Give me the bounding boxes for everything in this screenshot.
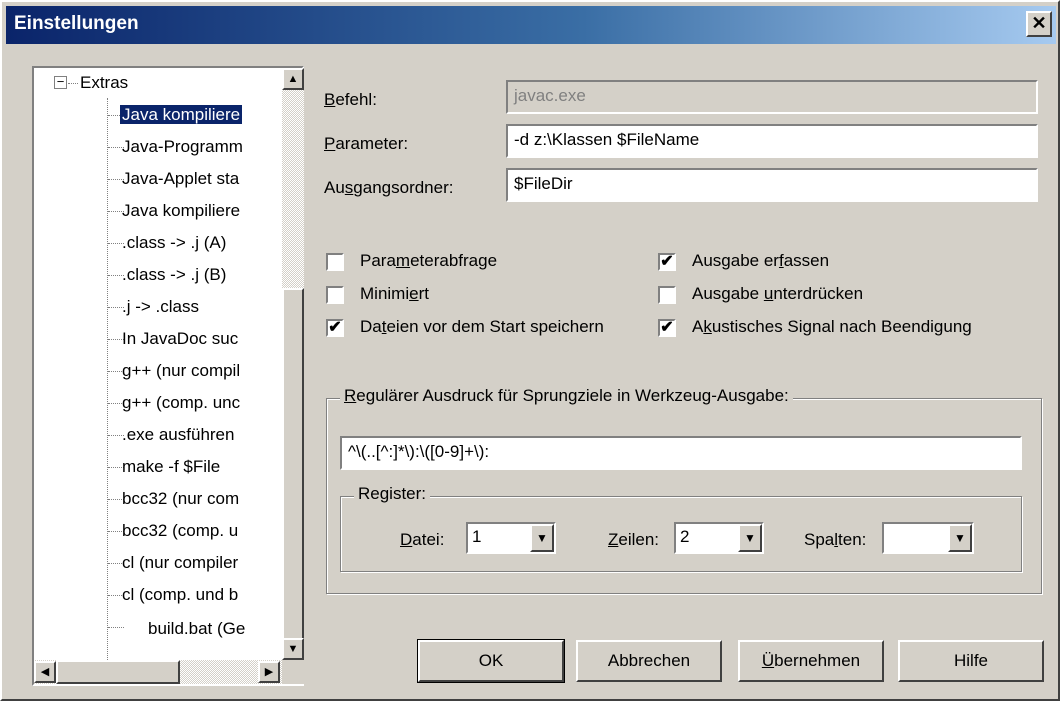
apply-button[interactable]: Übernehmen: [738, 640, 884, 682]
ok-button[interactable]: OK: [417, 639, 565, 683]
ausgangsordner-field[interactable]: $FileDir: [506, 168, 1038, 202]
scrollbar-corner: [282, 660, 304, 684]
ausgabe-unterdruecken-label: Ausgabe unterdrücken: [692, 284, 864, 303]
ausgabe-unterdruecken-checkbox[interactable]: [658, 286, 676, 304]
tree-item[interactable]: Java kompiliere: [122, 198, 240, 224]
regex-group-title: Regulärer Ausdruck für Sprungziele in We…: [340, 386, 793, 406]
check-mark-icon: ✔: [328, 319, 342, 336]
tree-item[interactable]: .j -> .class: [122, 294, 199, 320]
zeilen-combobox[interactable]: 2 ▼: [674, 522, 764, 554]
chevron-down-icon: ▼: [954, 531, 966, 545]
tree-node-extras[interactable]: Extras: [80, 70, 128, 96]
arrow-right-icon: ▶: [264, 666, 274, 678]
close-button[interactable]: ✕: [1026, 11, 1052, 37]
arrow-up-icon: ▲: [287, 73, 299, 85]
akustisches-signal-checkbox[interactable]: ✔: [658, 319, 676, 337]
parameterabfrage-label: Parameterabfrage: [360, 251, 498, 270]
parameter-field[interactable]: -d z:\Klassen $FileName: [506, 124, 1038, 158]
minimiert-label: Minimiert: [360, 284, 429, 303]
tree-viewport: − Extras Java kompiliere Java-Programm J…: [34, 68, 282, 660]
scroll-left-button[interactable]: ◀: [34, 661, 56, 683]
ausgabe-erfassen-label: Ausgabe erfassen: [692, 251, 830, 270]
parameter-label: Parameter:: [324, 134, 409, 153]
tree-item[interactable]: cl (comp. und b: [122, 582, 238, 608]
zeilen-value: 2: [680, 527, 690, 546]
scroll-up-button[interactable]: ▲: [282, 68, 304, 90]
zeilen-label: Zeilen:: [608, 530, 660, 549]
check-mark-icon: ✔: [660, 253, 674, 270]
parameterabfrage-checkbox[interactable]: [326, 253, 344, 271]
regex-field[interactable]: ^\(..[^:]*\):\([0-9]+\):: [340, 436, 1022, 470]
datei-value: 1: [472, 527, 482, 546]
datei-combobox[interactable]: 1 ▼: [466, 522, 556, 554]
tree-item[interactable]: .exe ausführen: [122, 422, 234, 448]
scroll-down-button[interactable]: ▼: [282, 638, 304, 660]
akustisches-signal-label: Akustisches Signal nach Beendigung: [692, 317, 972, 336]
tree-item[interactable]: Java-Programm: [122, 134, 243, 160]
tree-item[interactable]: build.bat (Ge: [148, 616, 245, 642]
tool-tree[interactable]: − Extras Java kompiliere Java-Programm J…: [32, 66, 304, 686]
scroll-thumb[interactable]: [282, 288, 304, 640]
tree-item[interactable]: .class -> .j (B): [122, 262, 226, 288]
tree-connector: [68, 83, 78, 84]
chevron-down-icon: ▼: [536, 531, 548, 545]
ausgangsordner-label: Ausgangsordner:: [324, 178, 454, 197]
spalten-dropdown-button[interactable]: ▼: [948, 524, 972, 552]
datei-dropdown-button[interactable]: ▼: [530, 524, 554, 552]
scroll-right-button[interactable]: ▶: [258, 661, 280, 683]
tree-item[interactable]: g++ (nur compil: [122, 358, 240, 384]
window-title: Einstellungen: [14, 13, 139, 34]
zeilen-dropdown-button[interactable]: ▼: [738, 524, 762, 552]
chevron-down-icon: ▼: [744, 531, 756, 545]
ausgabe-erfassen-checkbox[interactable]: ✔: [658, 253, 676, 271]
tree-connector: [107, 98, 108, 660]
spalten-label: Spalten:: [804, 530, 867, 549]
arrow-down-icon: ▼: [287, 643, 299, 655]
help-button[interactable]: Hilfe: [898, 640, 1044, 682]
tree-item[interactable]: cl (nur compiler: [122, 550, 238, 576]
tree-item[interactable]: .class -> .j (A): [122, 230, 226, 256]
spalten-combobox[interactable]: ▼: [882, 522, 974, 554]
collapse-icon[interactable]: −: [54, 75, 67, 89]
register-group-title: Register:: [354, 484, 431, 504]
tree-vertical-scrollbar[interactable]: ▲ ▼: [282, 68, 304, 660]
tree-horizontal-scrollbar[interactable]: ◀ ▶: [34, 660, 282, 684]
tree-item[interactable]: Java-Applet sta: [122, 166, 239, 192]
dateien-speichern-label: Dateien vor dem Start speichern: [360, 317, 604, 336]
tree-item[interactable]: In JavaDoc suc: [122, 326, 238, 352]
check-mark-icon: ✔: [660, 319, 674, 336]
tree-item[interactable]: g++ (comp. unc: [122, 390, 240, 416]
minimiert-checkbox[interactable]: [326, 286, 344, 304]
close-icon: ✕: [1031, 13, 1047, 33]
tree-item[interactable]: Java kompiliere: [120, 102, 243, 128]
arrow-left-icon: ◀: [40, 666, 50, 678]
tree-item[interactable]: bcc32 (comp. u: [122, 518, 238, 544]
tree-connector: [108, 627, 124, 628]
settings-dialog: Einstellungen ✕ − Extras Java kompiliere…: [0, 0, 1060, 701]
cancel-button[interactable]: Abbrechen: [576, 640, 722, 682]
datei-label: Datei:: [400, 530, 445, 549]
befehl-label: Befehl:: [324, 90, 377, 109]
befehl-field[interactable]: javac.exe: [506, 80, 1038, 114]
tree-item[interactable]: bcc32 (nur com: [122, 486, 239, 512]
tree-item[interactable]: make -f $File: [122, 454, 220, 480]
title-bar[interactable]: Einstellungen ✕: [6, 6, 1056, 44]
scroll-thumb-horizontal[interactable]: [56, 660, 180, 684]
dateien-speichern-checkbox[interactable]: ✔: [326, 319, 344, 337]
tree-item-label: Java kompiliere: [120, 105, 243, 124]
